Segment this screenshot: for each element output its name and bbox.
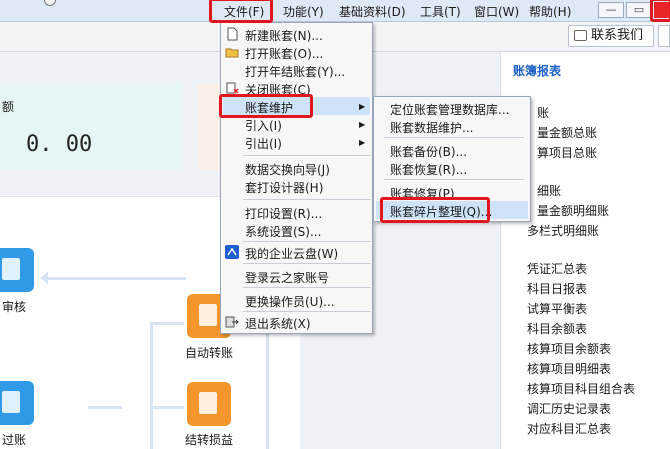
- menu-exit-system[interactable]: 退出系统(X): [245, 315, 311, 332]
- report-link[interactable]: 凭证汇总表: [527, 260, 587, 277]
- submenu-arrow-icon: ▶: [359, 120, 366, 129]
- report-link[interactable]: 量金额总账: [537, 124, 597, 141]
- flow-connector: [88, 406, 122, 409]
- annotation-box-defragment: [380, 197, 490, 223]
- report-link[interactable]: 多栏式明细账: [527, 222, 599, 239]
- toolbar-button-partial[interactable]: [658, 25, 670, 47]
- report-panel-title: 账簿报表: [513, 64, 562, 78]
- audit-tile[interactable]: [0, 248, 34, 292]
- flow-connector: [46, 277, 186, 280]
- new-file-icon: [227, 27, 238, 41]
- annotation-box-ledger-maintenance: [219, 94, 313, 118]
- flow-connector: [150, 322, 153, 449]
- audit-label: 审核: [2, 300, 27, 314]
- profit-loss-tile[interactable]: [187, 382, 231, 426]
- report-link[interactable]: 核算项目科目组合表: [527, 380, 635, 397]
- submenu-arrow-icon: ▶: [359, 102, 366, 111]
- menu-divider: [243, 263, 371, 264]
- report-link[interactable]: 核算项目明细表: [527, 360, 611, 377]
- menu-print-settings[interactable]: 打印设置(R)...: [245, 205, 322, 222]
- menu-open-ledger[interactable]: 打开账套(O)...: [245, 45, 323, 62]
- report-link[interactable]: 科目日报表: [527, 280, 587, 297]
- chat-icon: [574, 30, 587, 41]
- menu-divider: [243, 199, 371, 200]
- arrow-left-icon: [40, 272, 48, 284]
- exit-icon: [225, 316, 239, 328]
- profit-loss-label: 结转损益: [185, 433, 234, 447]
- report-link[interactable]: 调汇历史记录表: [527, 400, 611, 417]
- menu-restore[interactable]: 账套恢复(R)...: [390, 161, 467, 178]
- report-link[interactable]: 核算项目余额表: [527, 340, 611, 357]
- menu-data-exchange-wizard[interactable]: 数据交换向导(J): [245, 161, 330, 178]
- menu-tools[interactable]: 工具(T): [420, 3, 461, 20]
- menu-backup[interactable]: 账套备份(B)...: [390, 143, 467, 160]
- amount-card: 额 0. 00: [0, 84, 183, 170]
- posting-label: 过账: [2, 433, 27, 447]
- menu-new-ledger[interactable]: 新建账套(N)...: [245, 27, 323, 44]
- menu-divider: [243, 155, 371, 156]
- flow-connector: [150, 406, 184, 409]
- menu-change-operator[interactable]: 更换操作员(U)...: [245, 293, 335, 310]
- report-link[interactable]: 对应科目汇总表: [527, 420, 611, 437]
- menu-divider: [243, 287, 371, 288]
- menu-open-yearend-ledger[interactable]: 打开年结账套(Y)...: [245, 63, 345, 80]
- flow-connector: [150, 322, 184, 325]
- menu-cloud-login[interactable]: 登录云之家账号: [245, 269, 329, 286]
- menu-divider: [384, 137, 524, 138]
- menu-system-settings[interactable]: 系统设置(S)...: [245, 223, 321, 240]
- menu-function[interactable]: 功能(Y): [283, 3, 324, 20]
- menu-window[interactable]: 窗口(W): [474, 3, 519, 20]
- menu-basic-data[interactable]: 基础资料(D): [339, 3, 406, 20]
- menu-enterprise-cloud[interactable]: 我的企业云盘(W): [245, 245, 338, 262]
- annotation-box-file-menu: [209, 0, 273, 23]
- report-link[interactable]: 账: [537, 104, 549, 121]
- amount-value: 0. 00: [26, 132, 93, 157]
- maximize-button[interactable]: ▭: [626, 2, 652, 18]
- menu-help[interactable]: 帮助(H): [529, 3, 571, 20]
- menu-data-maintenance[interactable]: 账套数据维护...: [390, 119, 473, 136]
- cloud-disk-icon: [225, 245, 239, 259]
- contact-us-label: 联系我们: [591, 28, 644, 43]
- menu-locate-database[interactable]: 定位账套管理数据库...: [390, 101, 509, 118]
- radio-icon: [44, 0, 56, 6]
- annotation-box-close: [650, 0, 670, 22]
- report-link[interactable]: 试算平衡表: [527, 300, 587, 317]
- report-link[interactable]: 细账: [537, 182, 561, 199]
- amount-label: 额: [2, 100, 15, 114]
- minimize-button[interactable]: —: [598, 2, 624, 18]
- posting-tile[interactable]: [0, 381, 34, 425]
- menu-bar: 文件(F) 功能(Y) 基础资料(D) 工具(T) 窗口(W) 帮助(H) — …: [0, 0, 670, 22]
- report-link[interactable]: 科目余额表: [527, 320, 587, 337]
- report-link[interactable]: 量金额明细账: [537, 202, 609, 219]
- flow-connector: [266, 322, 269, 449]
- close-book-icon: [226, 82, 239, 94]
- auto-transfer-label: 自动转账: [185, 346, 234, 360]
- menu-print-designer[interactable]: 套打设计器(H): [245, 179, 323, 196]
- report-link[interactable]: 算项目总账: [537, 144, 597, 161]
- menu-export[interactable]: 引出(I): [245, 135, 282, 152]
- menu-divider: [243, 311, 371, 312]
- submenu-arrow-icon: ▶: [359, 138, 366, 147]
- menu-divider: [243, 241, 371, 242]
- file-menu-dropdown: 新建账套(N)... 打开账套(O)... 打开年结账套(Y)... 关闭账套(…: [220, 22, 373, 334]
- open-folder-icon: [225, 48, 239, 58]
- menu-divider: [384, 179, 524, 180]
- menu-import[interactable]: 引入(I): [245, 117, 282, 134]
- contact-us-button[interactable]: 联系我们: [568, 25, 654, 47]
